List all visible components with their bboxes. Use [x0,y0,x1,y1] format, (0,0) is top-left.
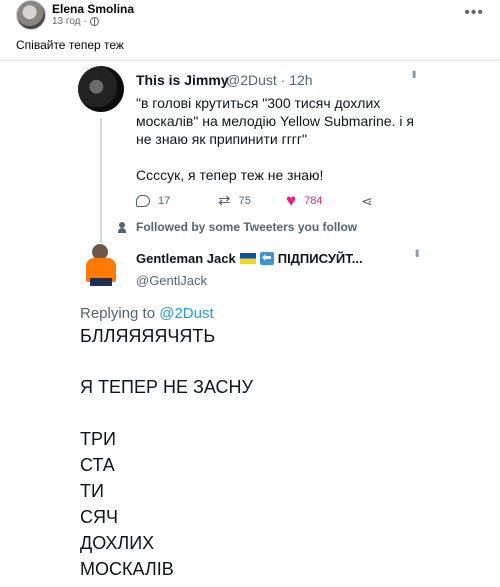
post-time[interactable]: 13 год [52,16,81,27]
author-name[interactable]: Elena Smolina [52,2,134,16]
reply-text-line: ТРИ [80,429,116,449]
like-count: ♥ 784 [286,191,323,210]
reply-text-line: БЛЛЯЯЯЯЧЯТЬ [80,326,216,346]
post-meta: 13 год · [52,16,99,27]
reply-text-line: СТА [80,455,115,475]
post-header: Elena Smolina 13 год · ••• [16,0,486,34]
like-count-value: 784 [304,195,323,207]
reply-text-line: ТИ [80,481,104,501]
reply-more-icon: ••• [410,249,424,256]
replying-prefix: Replying to [80,305,160,322]
reply-count: 17 [136,195,170,207]
avatar-legs [90,278,112,286]
globe-icon [89,17,99,26]
arrow-left-icon: ⬅ [259,252,274,265]
reply-handle: @GentlJack [136,273,207,288]
reply-text-line: Я ТЕПЕР НЕ ЗАСНУ [80,377,253,397]
author-avatar[interactable] [16,0,46,30]
tweet-avatar [78,66,124,112]
reply-count-value: 17 [158,195,171,207]
reply-text-line: МОСКАЛІВ [80,559,174,579]
ukraine-flag-icon [239,253,256,264]
meta-separator: · [83,16,87,27]
share-icon: ⋖ [361,193,373,209]
followed-text: Followed by some Tweeters you follow [136,220,358,234]
tweet-author-name: This is Jimmy [136,72,229,88]
thread-line [100,118,102,243]
retweet-icon: ⇄ [218,192,231,209]
share: ⋖ [361,193,373,209]
tweet-more-icon: ••• [407,70,421,77]
reply-icon [136,195,150,207]
retweet-count-value: 75 [238,195,251,207]
reply-text-line: ДОХЛИХ [80,533,155,553]
reply-avatar [80,242,124,288]
post-text: Співайте тепер теж [16,38,124,52]
followed-notice: Followed by some Tweeters you follow [118,220,357,234]
replying-mention: @2Dust [159,305,214,322]
reply-name-text: Gentleman Jack [136,251,236,266]
reply-name-suffix: ПІДПИСУЙТ... [277,251,363,266]
replying-to: Replying to @2Dust [80,305,214,322]
tweet-handle: @2Dust · 12h [226,72,313,88]
reply-text-line: СЯЧ [80,507,118,527]
retweet-count: ⇄ 75 [218,192,251,209]
heart-icon: ♥ [286,191,297,210]
person-icon [118,221,126,233]
tweet-text-line: "в голові крутиться "300 тисяч дохлих мо… [136,95,414,147]
tweet-body: "в голові крутиться "300 тисяч дохлих мо… [136,94,426,202]
tweet-actions: 17 ⇄ 75 ♥ 784 ⋖ [136,191,396,215]
tweet-text-line: Ссссук, я тепер теж не знаю! [136,167,324,183]
post-image[interactable]: This is Jimmy @2Dust · 12h ••• "в голові… [0,60,500,587]
reply-author-name: Gentleman Jack ⬅ ПІДПИСУЙТ... [136,251,363,266]
more-options-icon[interactable]: ••• [464,4,484,22]
